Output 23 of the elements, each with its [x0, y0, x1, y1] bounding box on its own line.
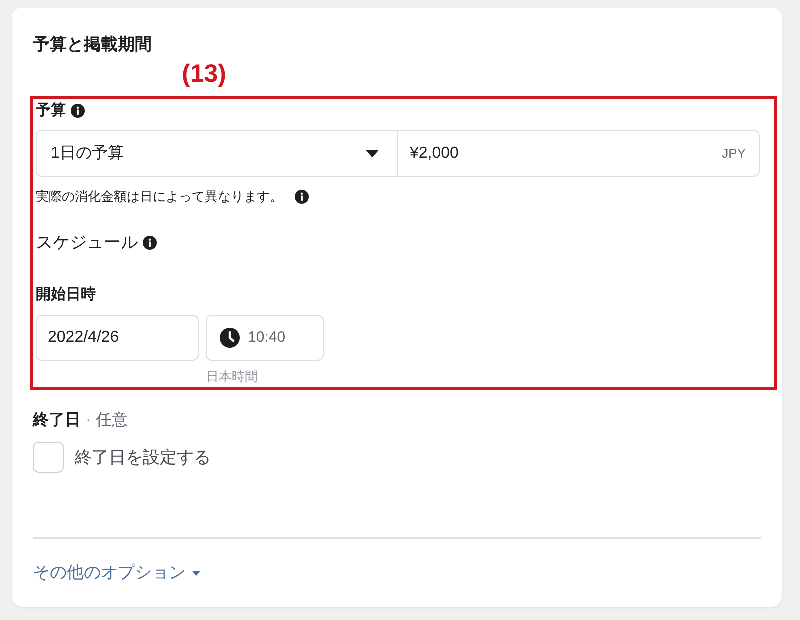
optional-label: · 任意 — [86, 411, 128, 431]
currency-label: JPY — [722, 144, 746, 163]
caret-icon — [366, 150, 379, 158]
start-time-field[interactable]: 10:40 — [206, 315, 324, 361]
start-date-field[interactable]: 2022/4/26 — [36, 315, 199, 361]
info-icon[interactable] — [71, 104, 85, 118]
caret-icon — [192, 570, 201, 576]
budget-amount-field[interactable]: ¥2,000 JPY — [398, 130, 760, 177]
clock-icon — [220, 328, 240, 348]
section-label: スケジュール — [36, 232, 138, 254]
info-icon[interactable] — [143, 236, 157, 250]
panel-title: 予算と掲載期間 — [33, 35, 152, 55]
annotation-label: (13) — [182, 61, 226, 87]
more-options-link[interactable]: その他のオプション — [33, 562, 201, 584]
budget-note: 実際の消化金額は日によって異なります。 — [36, 188, 283, 206]
budget-type-dropdown[interactable]: 1日の予算 — [36, 130, 398, 177]
field-label: 予算 — [36, 101, 66, 121]
end-date-checkbox[interactable] — [33, 442, 64, 473]
field-label: 開始日時 — [36, 285, 96, 305]
field-label: 終了日 — [33, 411, 81, 431]
checkbox-label: 終了日を設定する — [75, 446, 211, 468]
timezone-label: 日本時間 — [206, 369, 258, 385]
info-icon[interactable] — [295, 190, 309, 204]
